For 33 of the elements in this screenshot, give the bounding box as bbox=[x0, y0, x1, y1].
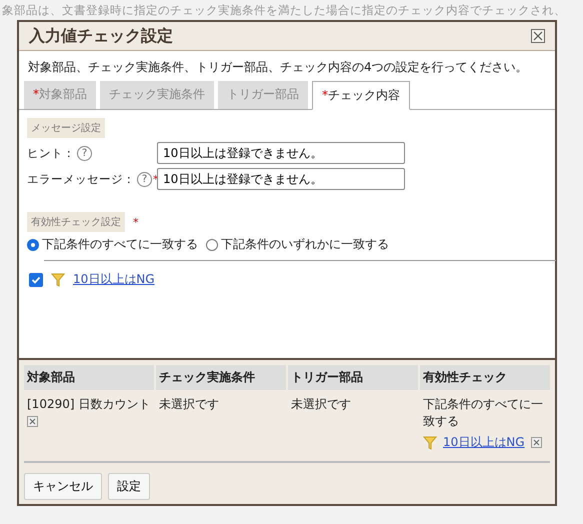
section-heading: メッセージ設定 bbox=[27, 118, 105, 138]
checkbox[interactable] bbox=[29, 272, 43, 286]
table-cell: [10290] 日数カウント bbox=[27, 396, 150, 413]
section-heading: 有効性チェック設定 bbox=[27, 212, 125, 232]
radio-option[interactable]: 下記条件のいずれかに一致する bbox=[206, 236, 389, 253]
required-mark: * bbox=[133, 216, 138, 228]
field-label: ヒント： bbox=[27, 146, 75, 160]
tab[interactable]: *チェック内容 bbox=[312, 81, 410, 110]
condition-link[interactable]: 10日以上はNG bbox=[73, 271, 155, 288]
remove-icon[interactable] bbox=[530, 437, 542, 448]
table-cell-text: 下記条件のすべてに一致する bbox=[423, 396, 544, 430]
column-header: 有効性チェック bbox=[420, 365, 550, 390]
description-text: 対象部品、チェック実施条件、トリガー部品、チェック内容の4つの設定を行ってください。 bbox=[27, 59, 529, 76]
remove-icon[interactable] bbox=[27, 416, 38, 427]
close-icon[interactable] bbox=[531, 29, 545, 43]
input-field[interactable]: 10日以上は登録できません。 bbox=[157, 142, 405, 164]
set-button[interactable]: 設定 bbox=[108, 473, 150, 500]
dialog-title: 入力値チェック設定 bbox=[29, 26, 173, 46]
funnel-icon bbox=[51, 272, 65, 288]
cancel-button[interactable]: キャンセル bbox=[24, 473, 102, 500]
radio-option[interactable]: 下記条件のすべてに一致する bbox=[27, 236, 198, 253]
help-button[interactable]: ? bbox=[77, 146, 92, 160]
column-header: チェック実施条件 bbox=[156, 365, 286, 390]
field-label: エラーメッセージ： bbox=[27, 172, 135, 186]
background-text: 象部品は、文書登録時に指定のチェック実施条件を満たした場合に指定のチェック内容でチェックされ、 bbox=[2, 3, 566, 18]
table-cell-text: 未選択です bbox=[158, 396, 220, 413]
funnel-icon bbox=[423, 434, 437, 450]
help-button[interactable]: ? bbox=[137, 172, 152, 186]
column-header: トリガー部品 bbox=[288, 365, 418, 390]
condition-link[interactable]: 10日以上はNG bbox=[443, 434, 525, 451]
table-cell-text: 未選択です bbox=[290, 396, 352, 413]
input-field[interactable]: 10日以上は登録できません。 bbox=[157, 168, 405, 190]
column-header: 対象部品 bbox=[24, 365, 154, 390]
